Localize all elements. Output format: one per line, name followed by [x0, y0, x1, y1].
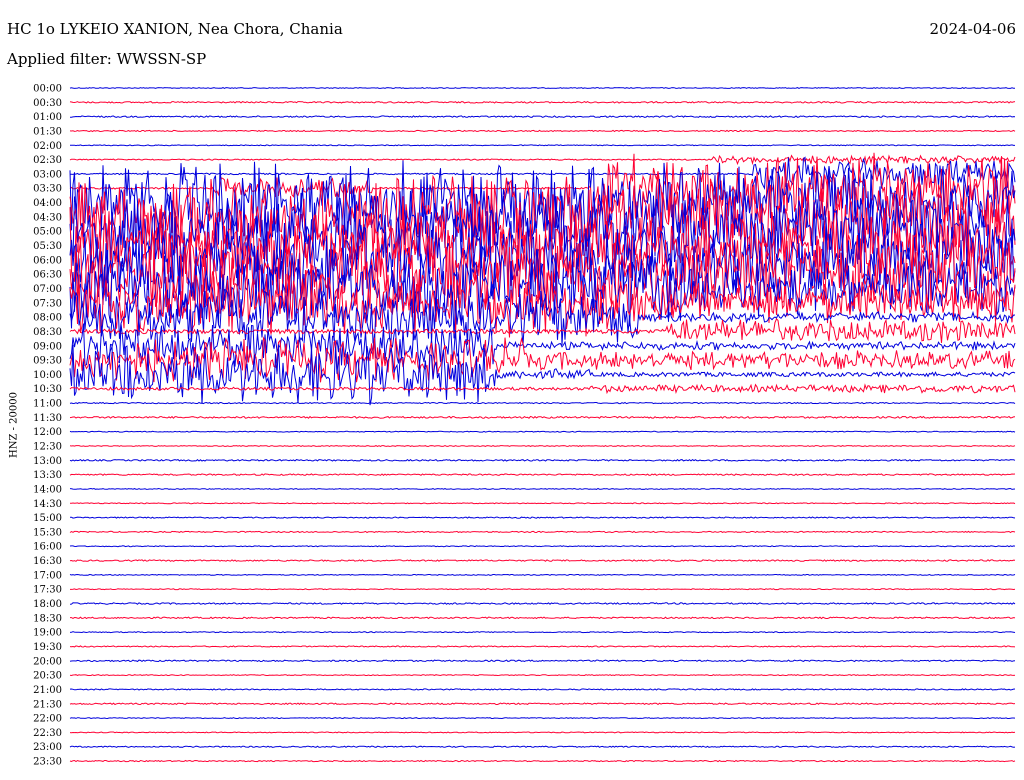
time-tick-label: 09:30: [33, 356, 62, 367]
time-tick-label: 12:00: [33, 427, 62, 438]
time-tick-label: 17:30: [33, 585, 62, 596]
time-tick-label: 04:30: [33, 212, 62, 223]
time-tick-label: 06:30: [33, 270, 62, 281]
time-tick-label: 03:30: [33, 184, 62, 195]
seismic-trace: [69, 559, 1016, 562]
time-tick-label: 15:00: [33, 513, 62, 524]
time-tick-label: 21:00: [33, 685, 62, 696]
time-tick-label: 17:00: [33, 570, 62, 581]
time-tick-label: 01:00: [33, 112, 62, 123]
seismic-trace: [69, 383, 1016, 395]
seismic-trace: [69, 674, 1016, 677]
seismic-trace: [69, 458, 1016, 462]
seismic-trace: [69, 688, 1016, 691]
time-tick-label: 00:00: [33, 84, 62, 95]
time-tick-label: 11:00: [33, 399, 62, 410]
seismic-trace: [70, 502, 1016, 505]
time-tick-label: 20:00: [33, 656, 62, 667]
time-tick-label: 22:30: [33, 728, 62, 739]
time-tick-label: 06:00: [33, 255, 62, 266]
seismic-trace: [69, 602, 1016, 605]
time-tick-label: 05:30: [33, 241, 62, 252]
time-tick-label: 01:30: [33, 126, 62, 137]
seismic-trace: [69, 430, 1016, 433]
time-tick-label: 14:00: [33, 484, 62, 495]
seismic-trace: [69, 115, 1016, 119]
seismic-trace: [69, 87, 1015, 89]
time-tick-label: 19:00: [33, 628, 62, 639]
seismic-trace: [69, 545, 1016, 548]
seismogram-plot: 00:00 00:30 01:00 01:30 02:00 02:30 03:00 03:30…: [33, 84, 1016, 768]
time-tick-label: 19:30: [33, 642, 62, 653]
time-tick-label: 05:00: [33, 227, 62, 238]
time-tick-label: 18:30: [33, 613, 62, 624]
seismic-trace: [69, 731, 1016, 734]
seismic-trace: [70, 616, 1016, 620]
time-tick-label: 02:30: [33, 155, 62, 166]
time-tick-label: 07:30: [33, 298, 62, 309]
seismic-trace: [69, 645, 1016, 648]
time-tick-label: 14:30: [33, 499, 62, 510]
time-tick-label: 00:30: [33, 98, 62, 109]
seismic-trace: [69, 717, 1016, 720]
seismic-trace: [69, 702, 1016, 706]
seismic-trace: [69, 100, 1016, 104]
seismic-trace: [69, 445, 1016, 447]
time-tick-label: 10:30: [33, 384, 62, 395]
seismic-trace: [69, 659, 1016, 663]
time-tick-label: 20:30: [33, 671, 62, 682]
time-tick-label: 22:00: [33, 714, 62, 725]
seismic-trace: [69, 745, 1016, 748]
time-tick-label: 23:30: [33, 757, 62, 768]
time-tick-label: 08:30: [33, 327, 62, 338]
time-tick-label: 13:00: [33, 456, 62, 467]
time-tick-label: 11:30: [33, 413, 62, 424]
time-tick-label: 03:00: [33, 169, 62, 180]
time-tick-label: 12:30: [33, 442, 62, 453]
seismic-trace: [69, 573, 1016, 576]
seismic-trace: [69, 516, 1016, 519]
seismic-trace: [69, 487, 1016, 490]
time-tick-label: 16:00: [33, 542, 62, 553]
seismic-trace: [69, 473, 1016, 476]
time-tick-label: 10:00: [33, 370, 62, 381]
seismic-trace: [69, 144, 1015, 147]
time-tick-label: 09:00: [33, 341, 62, 352]
time-tick-label: 04:00: [33, 198, 62, 209]
time-tick-label: 02:00: [33, 141, 62, 152]
seismic-trace: [69, 415, 1016, 419]
time-tick-label: 23:00: [33, 742, 62, 753]
seismic-trace: [69, 530, 1016, 534]
seismic-trace: [69, 759, 1016, 763]
time-tick-label: 16:30: [33, 556, 62, 567]
seismic-trace: [70, 588, 1016, 591]
seismic-trace: [69, 631, 1016, 634]
time-tick-label: 07:00: [33, 284, 62, 295]
time-tick-label: 18:00: [33, 599, 62, 610]
time-tick-label: 08:00: [33, 313, 62, 324]
time-tick-label: 15:30: [33, 527, 62, 538]
seismic-trace: [69, 401, 1016, 405]
time-tick-label: 13:30: [33, 470, 62, 481]
seismic-trace: [69, 129, 1016, 133]
time-tick-label: 21:30: [33, 699, 62, 710]
